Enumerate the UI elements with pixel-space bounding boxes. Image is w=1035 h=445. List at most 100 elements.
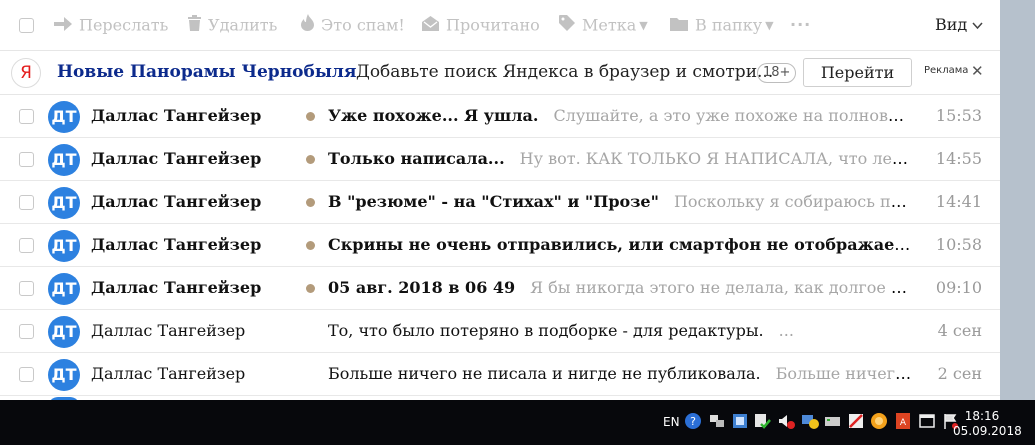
- message-checkbox[interactable]: [19, 367, 34, 382]
- clock-time: 18:16: [964, 409, 1000, 423]
- forward-arrow-icon: [54, 15, 72, 37]
- avatar[interactable]: ДТ: [48, 316, 80, 348]
- ad-label: Реклама: [924, 65, 969, 76]
- message-subject: 05 авг. 2018 в 06 49: [328, 278, 516, 297]
- message-checkbox[interactable]: [19, 281, 34, 296]
- message-subject: Больше ничего не писала и нигде не публи…: [328, 364, 761, 383]
- message-time: 2 сен: [937, 364, 982, 383]
- message-preview: Слушайте, а это уже похоже на полновесну…: [553, 106, 913, 125]
- message-time: 14:55: [935, 149, 982, 168]
- avatar[interactable]: ДТ: [48, 230, 80, 262]
- volume-muted-icon[interactable]: [777, 412, 795, 430]
- message-snippet: Скрины не очень отправились, или смартфо…: [328, 235, 913, 254]
- message-snippet: То, что было потеряно в подборке - для р…: [328, 321, 913, 340]
- orange-circle-icon[interactable]: [870, 412, 888, 430]
- message-checkbox[interactable]: [19, 109, 34, 124]
- message-checkbox[interactable]: [19, 152, 34, 167]
- avatar[interactable]: ДТ: [48, 273, 80, 305]
- message-snippet: 05 авг. 2018 в 06 49 Я бы никогда этого н…: [328, 278, 913, 297]
- message-time: 4 сен: [937, 321, 982, 340]
- more-button[interactable]: ···: [790, 14, 811, 36]
- sender-name: Даллас Тангейзер: [91, 192, 262, 211]
- chevron-down-icon: [972, 15, 983, 34]
- ban-icon[interactable]: [847, 412, 865, 430]
- message-preview: Больше ничего не пи...: [775, 364, 913, 383]
- label-button[interactable]: Метка ▼: [559, 14, 648, 36]
- clock[interactable]: 18:16 05.09.2018: [953, 409, 1022, 439]
- unread-dot-icon[interactable]: [306, 155, 315, 164]
- help-icon[interactable]: ?: [684, 412, 702, 430]
- message-row[interactable]: ДТ Даллас Тангейзер 05 авг. 2018 в 06 49 Я …: [0, 267, 1000, 310]
- avatar[interactable]: ДТ: [48, 187, 80, 219]
- message-checkbox[interactable]: [19, 238, 34, 253]
- forward-button[interactable]: Переслать: [54, 14, 168, 36]
- delete-button[interactable]: Удалить: [188, 14, 277, 36]
- ad-text[interactable]: Добавьте поиск Яндекса в браузер и смотр…: [356, 62, 773, 82]
- avatar[interactable]: ДТ: [48, 359, 80, 391]
- trash-icon: [188, 14, 201, 37]
- message-preview: Ну вот. КАК ТОЛЬКО Я НАПИСАЛА, что легон…: [519, 149, 913, 168]
- message-time: 14:41: [935, 192, 982, 211]
- mark-read-button[interactable]: Прочитано: [422, 14, 540, 36]
- message-checkbox[interactable]: [19, 324, 34, 339]
- message-preview: Я бы никогда этого не делала, как долгое…: [530, 278, 913, 297]
- disk-icon[interactable]: [824, 412, 842, 430]
- unread-dot-icon[interactable]: [306, 284, 315, 293]
- tag-icon: [559, 14, 575, 37]
- message-snippet: Только написала... Ну вот. КАК ТОЛЬКО Я Н…: [328, 149, 913, 168]
- message-preview: Поскольку я собираюсь постав...: [673, 192, 913, 211]
- message-row[interactable]: ДТ Даллас Тангейзер В "резюме" - на "Стиха…: [0, 181, 1000, 224]
- message-row[interactable]: ДТ Даллас Тангейзер Скрины не очень отправ…: [0, 224, 1000, 267]
- language-indicator[interactable]: EN: [663, 415, 680, 429]
- envelope-open-icon: [422, 15, 439, 37]
- message-snippet: Больше ничего не писала и нигде не публи…: [328, 364, 913, 383]
- message-checkbox[interactable]: [19, 195, 34, 210]
- message-subject: Скрины не очень отправились, или смартфо…: [328, 235, 913, 254]
- ad-title[interactable]: Новые Панорамы Чернобыля: [57, 62, 356, 82]
- sender-name: Даллас Тангейзер: [91, 149, 262, 168]
- message-subject: Только написала...: [328, 149, 505, 168]
- avatar[interactable]: ДТ: [48, 144, 80, 176]
- taskbar: EN ? A 18:16 05.09.2018: [0, 400, 1035, 445]
- move-to-folder-button[interactable]: В папку ▼: [670, 14, 774, 36]
- folder-icon: [670, 15, 688, 37]
- chevron-down-icon: ▼: [765, 18, 774, 32]
- mail-window: Переслать Удалить Это спам! Прочитано Ме…: [0, 0, 1000, 400]
- view-dropdown[interactable]: Вид: [935, 14, 983, 36]
- message-subject: Уже похоже... Я ушла.: [328, 106, 539, 125]
- spam-button[interactable]: Это спам!: [301, 14, 405, 36]
- sender-name: Даллас Тангейзер: [91, 278, 262, 297]
- avatar[interactable]: ДТ: [48, 101, 80, 133]
- ad-banner[interactable]: Я Новые Панорамы Чернобыля Добавьте поис…: [0, 51, 1000, 95]
- window-icon[interactable]: [918, 412, 936, 430]
- message-row[interactable]: ДТ Даллас Тангейзер Уже похоже... Я ушла. С…: [0, 95, 1000, 138]
- message-row[interactable]: ДТ Даллас Тангейзер Больше ничего не писал…: [0, 353, 1000, 396]
- yandex-logo-icon: Я: [11, 58, 41, 88]
- svg-text:A: A: [900, 418, 907, 428]
- network-icon[interactable]: [708, 412, 726, 430]
- message-snippet: В "резюме" - на "Стихах" и "Прозе" Поскол…: [328, 192, 913, 211]
- toolbar: Переслать Удалить Это спам! Прочитано Ме…: [0, 0, 1000, 51]
- select-all-checkbox[interactable]: [19, 18, 34, 33]
- window-side-area: [1000, 0, 1035, 400]
- clock-date: 05.09.2018: [953, 424, 1022, 438]
- app-icon[interactable]: [731, 412, 749, 430]
- message-snippet: Уже похоже... Я ушла. Слушайте, а это уже…: [328, 106, 913, 125]
- sender-name: Даллас Тангейзер: [91, 321, 246, 340]
- message-row[interactable]: ДТ Даллас Тангейзер То, что было потеряно …: [0, 310, 1000, 353]
- sender-name: Даллас Тангейзер: [91, 364, 246, 383]
- chevron-down-icon: ▼: [639, 18, 648, 32]
- go-button[interactable]: Перейти: [803, 58, 912, 87]
- unread-dot-icon[interactable]: [306, 112, 315, 121]
- message-subject: То, что было потеряно в подборке - для р…: [328, 321, 764, 340]
- unread-dot-icon[interactable]: [306, 198, 315, 207]
- network-monitor-icon[interactable]: [801, 412, 819, 430]
- message-preview: ...: [778, 321, 794, 340]
- message-row[interactable]: ДТ Даллас Тангейзер Только написала... Ну в…: [0, 138, 1000, 181]
- message-time: 10:58: [935, 235, 982, 254]
- close-icon[interactable]: ✕: [971, 62, 984, 80]
- message-time: 15:53: [935, 106, 982, 125]
- check-shield-icon[interactable]: [753, 412, 771, 430]
- unread-dot-icon[interactable]: [306, 241, 315, 250]
- pdf-icon[interactable]: A: [894, 412, 912, 430]
